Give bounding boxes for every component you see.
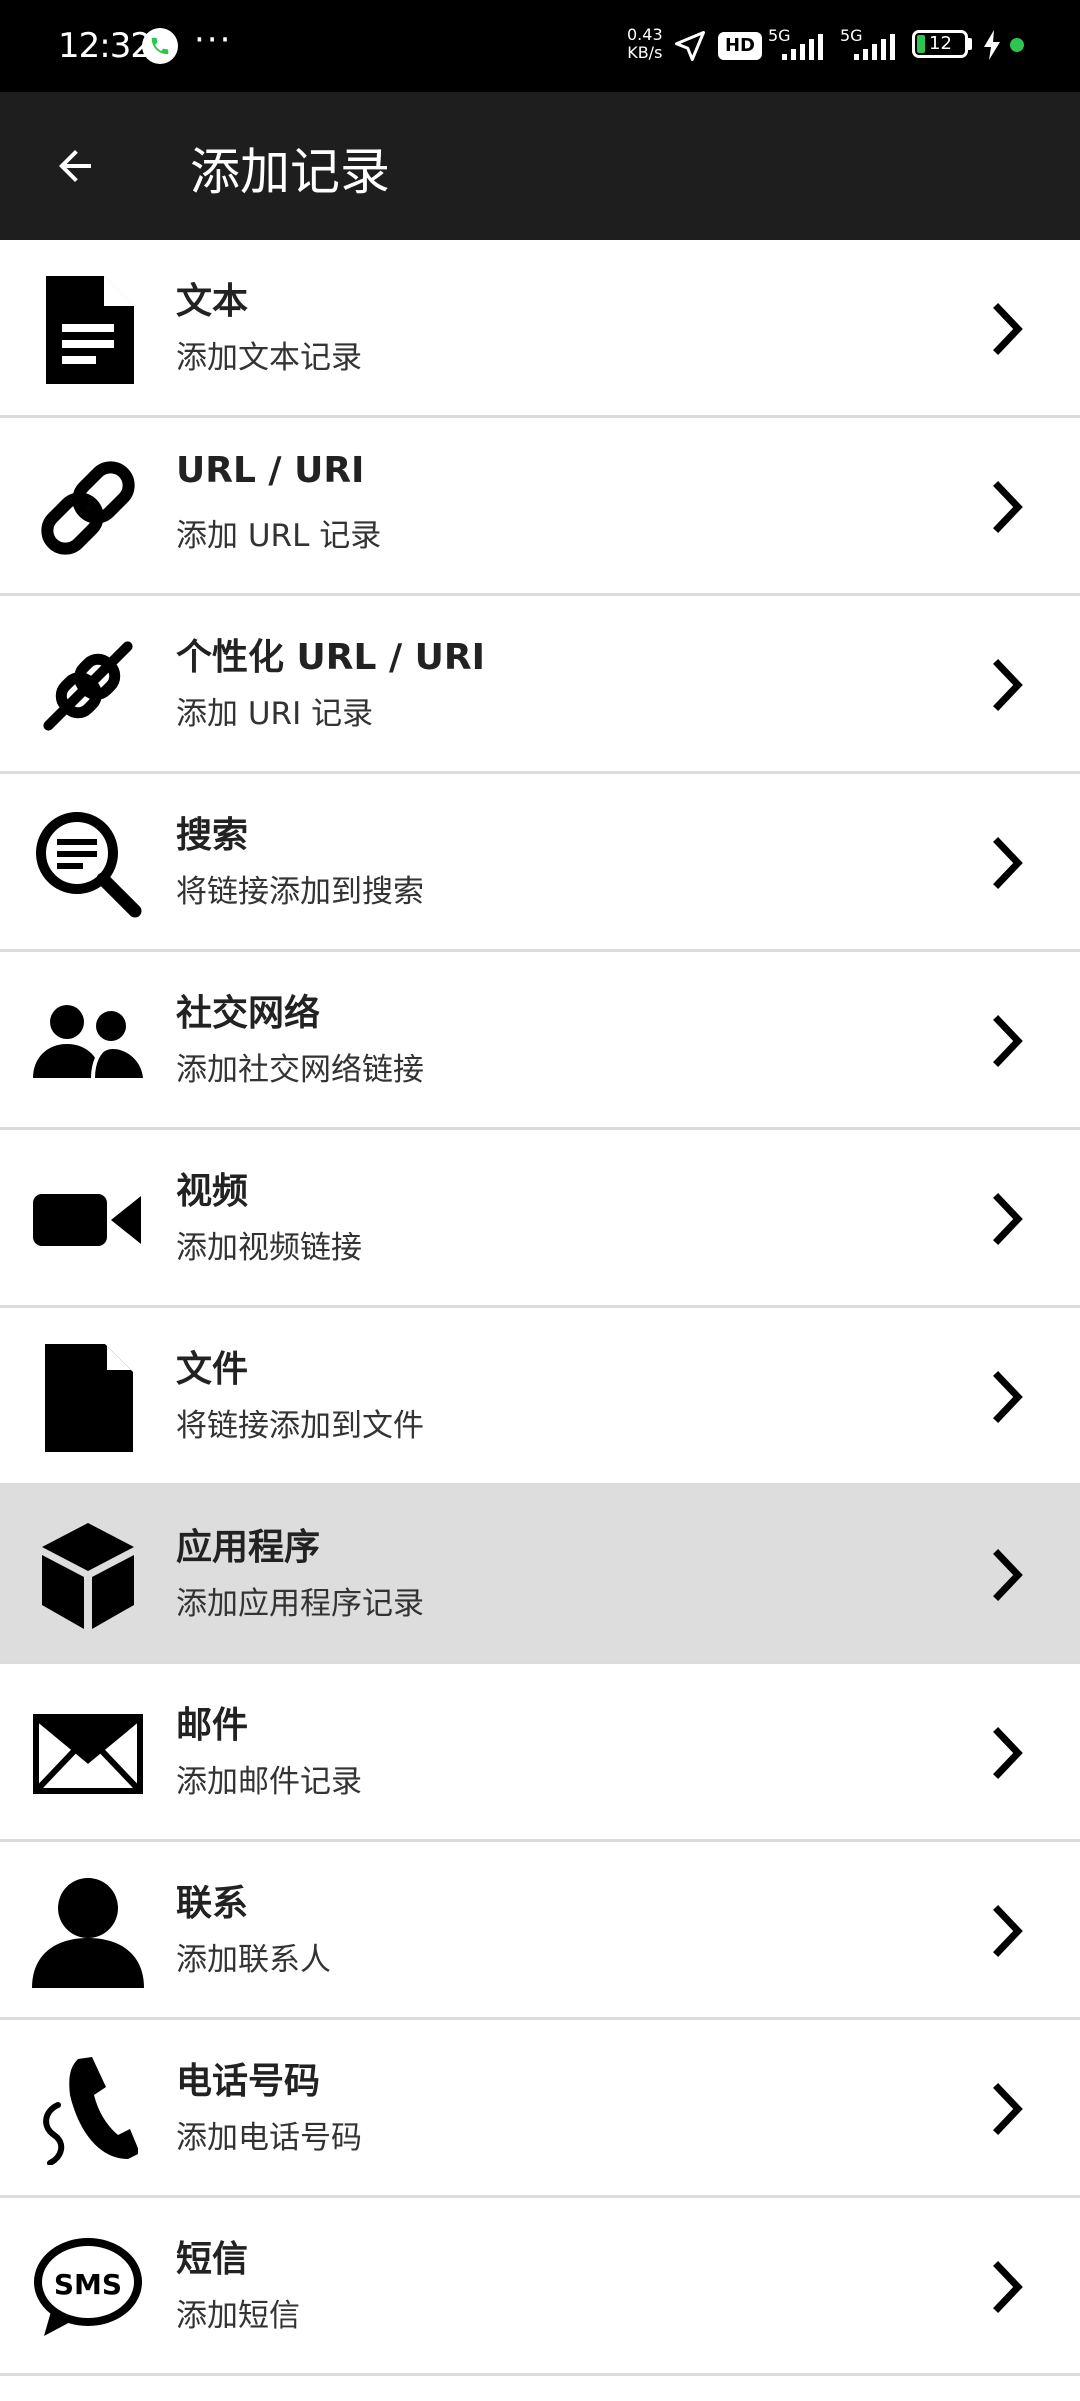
record-type-list: 文本 添加文本记录 URL / URI 添加 URL 记录 个性化 URL / … [0, 240, 1080, 2376]
chevron-right-icon [993, 1015, 1023, 1067]
more-notifications-icon: ··· [194, 20, 233, 60]
battery-icon: 12 [912, 30, 968, 58]
network-speed-unit: KB/s [627, 43, 663, 62]
chevron-right-icon [993, 837, 1023, 889]
item-title: 电话号码 [176, 2061, 321, 2102]
battery-fill [917, 35, 925, 53]
list-item-phone[interactable]: 电话号码 添加电话号码 [0, 2020, 1080, 2198]
item-subtitle: 添加应用程序记录 [176, 1586, 424, 1622]
cube-icon [30, 1518, 146, 1634]
chevron-right-icon [993, 2083, 1023, 2135]
status-time: 12:32 [58, 26, 152, 66]
search-icon [30, 806, 146, 922]
item-title: 文本 [176, 281, 249, 322]
chevron-right-icon [993, 1905, 1023, 1957]
item-title: 搜索 [176, 815, 249, 856]
network-speed: 0.43 KB/s [627, 26, 663, 62]
item-title: 联系 [176, 1883, 249, 1924]
person-icon [30, 1874, 146, 1990]
list-item-search[interactable]: 搜索 将链接添加到搜索 [0, 774, 1080, 952]
item-subtitle: 添加社交网络链接 [176, 1052, 424, 1088]
sms-icon-text: SMS [54, 2268, 122, 2301]
chevron-right-icon [993, 303, 1023, 355]
item-title: 文件 [176, 1349, 249, 1390]
chevron-right-icon [993, 1549, 1023, 1601]
battery-level: 12 [929, 33, 952, 54]
item-title: 个性化 URL / URI [176, 637, 485, 678]
people-icon [30, 984, 146, 1100]
chevron-right-icon [993, 1727, 1023, 1779]
back-button[interactable] [30, 128, 120, 204]
item-subtitle: 将链接添加到搜索 [176, 874, 424, 910]
hd-badge: HD [718, 32, 762, 60]
video-camera-icon [30, 1162, 146, 1278]
item-title: URL / URI [176, 450, 365, 491]
chevron-right-icon [993, 1193, 1023, 1245]
list-item-video[interactable]: 视频 添加视频链接 [0, 1130, 1080, 1308]
item-title: 应用程序 [176, 1527, 321, 1568]
chevron-right-icon [993, 2261, 1023, 2313]
item-subtitle: 添加电话号码 [176, 2120, 362, 2156]
app-bar: 添加记录 [0, 92, 1080, 240]
chevron-right-icon [993, 481, 1023, 533]
item-subtitle: 将链接添加到文件 [176, 1408, 424, 1444]
list-item-sms[interactable]: SMS 短信 添加短信 [0, 2198, 1080, 2376]
item-title: 视频 [176, 1171, 249, 1212]
list-item-text[interactable]: 文本 添加文本记录 [0, 240, 1080, 418]
phone-icon [30, 2052, 146, 2168]
privacy-indicator-dot [1010, 38, 1024, 52]
network-speed-value: 0.43 [627, 25, 663, 44]
list-item-file[interactable]: 文件 将链接添加到文件 [0, 1308, 1080, 1486]
location-arrow-icon [675, 31, 705, 61]
item-subtitle: 添加 URI 记录 [176, 696, 374, 732]
item-subtitle: 添加 URL 记录 [176, 518, 382, 554]
item-title: 邮件 [176, 1705, 249, 1746]
item-title: 社交网络 [176, 993, 321, 1034]
battery-cap [968, 38, 972, 50]
item-subtitle: 添加邮件记录 [176, 1764, 362, 1800]
custom-link-icon [30, 628, 146, 744]
item-subtitle: 添加视频链接 [176, 1230, 362, 1266]
file-icon [30, 1340, 146, 1456]
page-title: 添加记录 [190, 143, 390, 201]
list-item-custom-url[interactable]: 个性化 URL / URI 添加 URI 记录 [0, 596, 1080, 774]
sms-bubble-icon: SMS [30, 2230, 146, 2346]
call-indicator-icon [142, 28, 178, 64]
envelope-icon [30, 1696, 146, 1812]
signal-strength-icon [782, 34, 823, 60]
list-item-social[interactable]: 社交网络 添加社交网络链接 [0, 952, 1080, 1130]
charging-bolt-icon [984, 30, 1000, 60]
chevron-right-icon [993, 1371, 1023, 1423]
arrow-left-icon [59, 150, 91, 182]
item-subtitle: 添加联系人 [176, 1942, 331, 1978]
list-item-app[interactable]: 应用程序 添加应用程序记录 [0, 1486, 1080, 1664]
item-subtitle: 添加文本记录 [176, 340, 362, 376]
status-bar: 12:32 ··· 0.43 KB/s HD 5G 5G 12 [0, 0, 1080, 92]
list-item-email[interactable]: 邮件 添加邮件记录 [0, 1664, 1080, 1842]
chevron-right-icon [993, 659, 1023, 711]
item-subtitle: 添加短信 [176, 2298, 300, 2334]
text-document-icon [30, 272, 146, 388]
list-item-contact[interactable]: 联系 添加联系人 [0, 1842, 1080, 2020]
signal-strength-2-icon [854, 34, 895, 60]
link-icon [30, 450, 146, 566]
list-item-url[interactable]: URL / URI 添加 URL 记录 [0, 418, 1080, 596]
item-title: 短信 [176, 2239, 249, 2280]
